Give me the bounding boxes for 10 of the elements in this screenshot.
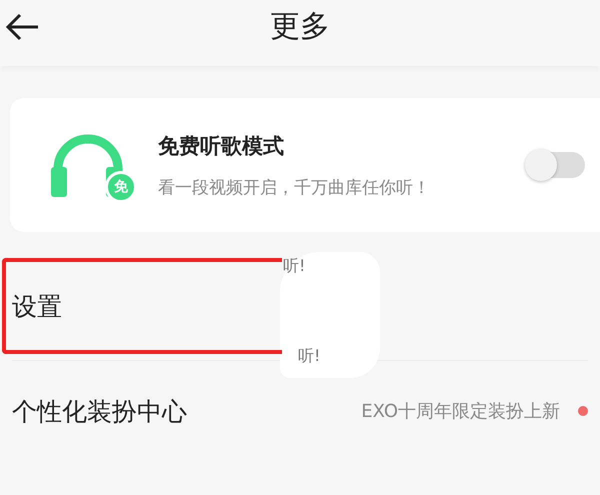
menu-item-label[interactable]: 个性化装扮中心 [12, 394, 187, 428]
toggle-switch[interactable] [527, 152, 585, 178]
card-subtitle: 看一段视频开启，千万曲库任你听！ [158, 176, 431, 198]
menu-item-label[interactable]: 设置 [12, 290, 62, 322]
promo-text: EXO十周年限定装扮上新 [361, 400, 560, 423]
page-title: 更多 [270, 8, 330, 46]
text-fragment: 听! [283, 256, 306, 277]
card-title: 免费听歌模式 [158, 132, 285, 160]
back-icon[interactable] [4, 12, 40, 42]
text-fragment: 听! [298, 346, 320, 367]
